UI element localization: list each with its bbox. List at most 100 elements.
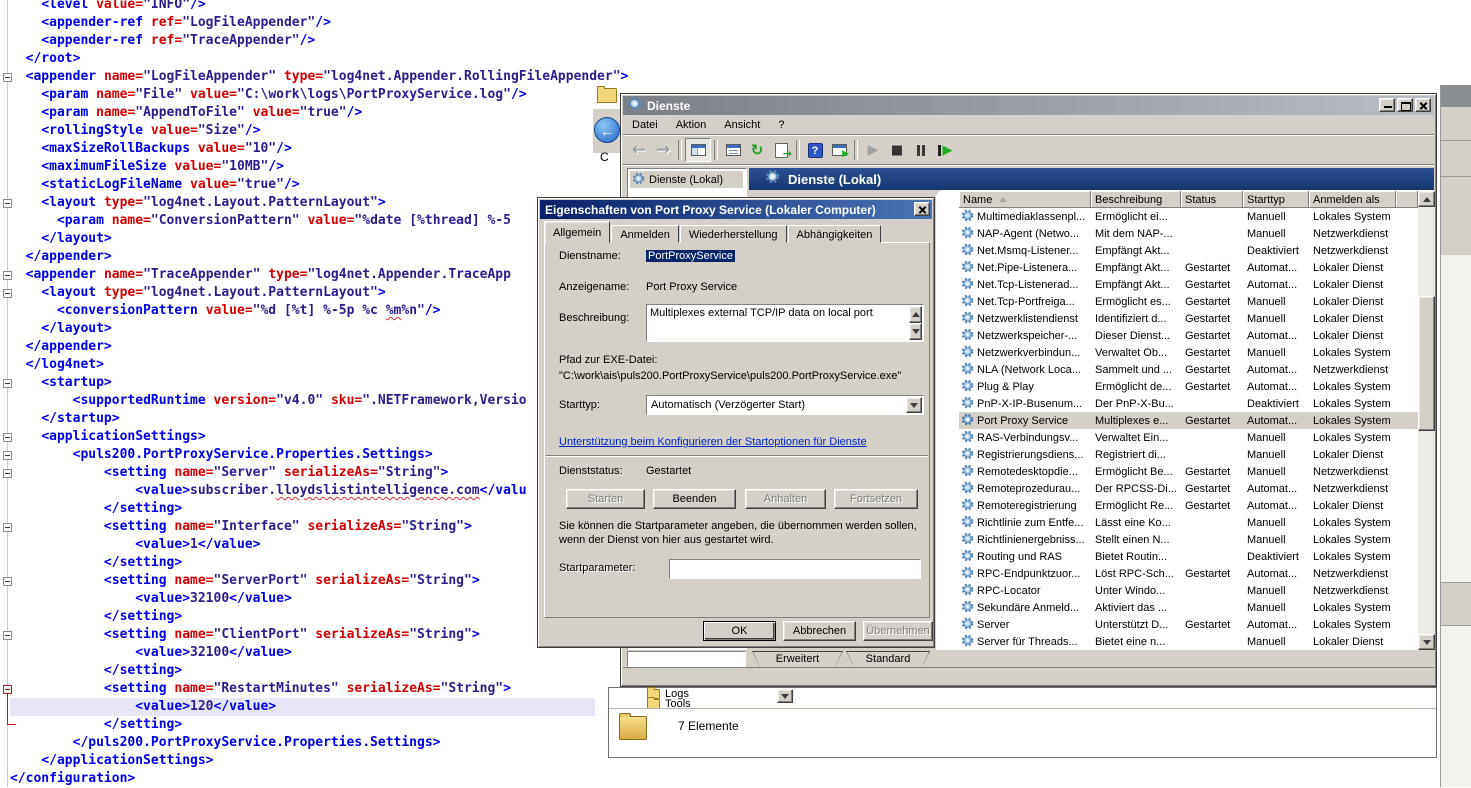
menu-datei[interactable]: Datei (623, 117, 667, 133)
service-name-cell[interactable]: Net.Msmq-Listener... (959, 243, 1091, 259)
fold-toggle-icon[interactable] (3, 433, 12, 442)
scroll-up-button[interactable] (1418, 191, 1435, 207)
service-row[interactable]: Multimediaklassenpl...Ermöglicht ei...Ma… (959, 208, 1418, 225)
service-cell[interactable]: Ermöglicht de... (1091, 381, 1181, 393)
service-cell[interactable]: Gestartet (1181, 364, 1243, 376)
service-cell[interactable]: Aktiviert das ... (1091, 602, 1181, 614)
service-cell[interactable]: Registriert di... (1091, 449, 1181, 461)
service-cell[interactable]: Ermöglicht ei... (1091, 211, 1181, 223)
code-line[interactable]: <maxSizeRollBackups value="10"/> (10, 140, 690, 158)
console-filter-field[interactable] (627, 651, 746, 667)
service-cell[interactable]: Lokales System (1309, 517, 1396, 529)
service-cell[interactable]: Netzwerkdienst (1309, 483, 1396, 495)
startoptions-help-link[interactable]: Unterstützung beim Konfigurieren der Sta… (559, 436, 867, 448)
service-cell[interactable]: Manuell (1243, 347, 1309, 359)
service-cell[interactable]: Sammelt und ... (1091, 364, 1181, 376)
service-cell[interactable]: Deaktiviert (1243, 245, 1309, 257)
service-cell[interactable]: Lokales System (1309, 619, 1396, 631)
service-cell[interactable]: Lokaler Dienst (1309, 500, 1396, 512)
service-row[interactable]: RPC-Endpunktzuor...Löst RPC-Sch...Gestar… (959, 565, 1418, 582)
service-cell[interactable]: Lokaler Dienst (1309, 262, 1396, 274)
tab-wiederherstellung[interactable]: Wiederherstellung (680, 225, 787, 243)
service-row[interactable]: PnP-X-IP-Busenum...Der PnP-X-Bu...Deakti… (959, 395, 1418, 412)
service-cell[interactable]: Gestartet (1181, 483, 1243, 495)
menu-aktion[interactable]: Aktion (667, 117, 716, 133)
service-cell[interactable]: Identifiziert d... (1091, 313, 1181, 325)
code-line[interactable]: <appender name="LogFileAppender" type="l… (10, 68, 690, 86)
service-cell[interactable]: Automat... (1243, 619, 1309, 631)
column-header-name[interactable]: Name (959, 191, 1091, 208)
service-cell[interactable]: Dieser Dienst... (1091, 330, 1181, 342)
fold-toggle-icon[interactable] (3, 451, 12, 460)
service-cell[interactable]: Mit dem NAP-... (1091, 228, 1181, 240)
column-header-status[interactable]: Status (1181, 191, 1243, 208)
service-name-cell[interactable]: RPC-Locator (959, 583, 1091, 599)
service-cell[interactable]: Lokaler Dienst (1309, 449, 1396, 461)
service-name-cell[interactable]: NAP-Agent (Netwo... (959, 226, 1091, 242)
code-line[interactable]: <maximumFileSize value="10MB"/> (10, 158, 690, 176)
service-cell[interactable]: Manuell (1243, 432, 1309, 444)
service-row[interactable]: Routing und RASBietet Routin...Deaktivie… (959, 548, 1418, 565)
code-line[interactable]: <param name="File" value="C:\work\logs\P… (10, 86, 690, 104)
service-row[interactable]: Remotedesktopdie...Ermöglicht Be...Gesta… (959, 463, 1418, 480)
service-name-cell[interactable]: Remoteprozedurau... (959, 481, 1091, 497)
service-cell[interactable]: Empfängt Akt... (1091, 279, 1181, 291)
service-cell[interactable]: Bietet Routin... (1091, 551, 1181, 563)
help-icon[interactable]: ? (803, 139, 827, 161)
service-cell[interactable]: Multiplexes e... (1091, 415, 1181, 427)
menu-ansicht[interactable]: Ansicht (715, 117, 769, 133)
service-row[interactable]: Richtlinienergebniss...Stellt einen N...… (959, 531, 1418, 548)
uebernehmen-button[interactable]: Übernehmen (863, 621, 933, 641)
service-name-cell[interactable]: Remotedesktopdie... (959, 464, 1091, 480)
service-cell[interactable]: Manuell (1243, 534, 1309, 546)
show-tree-icon[interactable] (685, 138, 711, 162)
abbrechen-button[interactable]: Abbrechen (783, 621, 856, 641)
fold-toggle-icon[interactable] (3, 469, 12, 478)
code-line[interactable]: <setting name="RestartMinutes" serialize… (10, 680, 690, 698)
menu-?[interactable]: ? (769, 117, 793, 133)
dialog-titlebar[interactable]: Eigenschaften von Port Proxy Service (Lo… (540, 200, 932, 219)
service-cell[interactable]: Automat... (1243, 381, 1309, 393)
service-cell[interactable]: Automat... (1243, 415, 1309, 427)
service-cell[interactable]: Automat... (1243, 568, 1309, 580)
fold-toggle-icon[interactable] (3, 289, 12, 298)
code-line[interactable]: <level value="INFO"/> (10, 0, 690, 14)
service-name-cell[interactable]: RPC-Endpunktzuor... (959, 566, 1091, 582)
service-cell[interactable]: Manuell (1243, 636, 1309, 648)
explorer-combo-dropdown[interactable] (777, 689, 793, 703)
service-cell[interactable]: Netzwerkdienst (1309, 466, 1396, 478)
service-name-cell[interactable]: Netzwerkverbindun... (959, 345, 1091, 361)
service-cell[interactable]: Verwaltet Ein... (1091, 432, 1181, 444)
refresh-icon[interactable]: ↻ (745, 139, 769, 161)
startparameter-field[interactable] (669, 559, 921, 579)
service-name-cell[interactable]: Netzwerklistendienst (959, 311, 1091, 327)
service-name-cell[interactable]: Port Proxy Service (959, 413, 1091, 429)
service-cell[interactable]: Lokales System (1309, 347, 1396, 359)
service-cell[interactable]: Lokaler Dienst (1309, 313, 1396, 325)
stop-service-icon[interactable]: ■ (885, 139, 909, 161)
service-cell[interactable]: Empfängt Akt... (1091, 245, 1181, 257)
view-tab-erweitert[interactable]: Erweitert (752, 651, 843, 667)
starttyp-combobox[interactable]: Automatisch (Verzögerter Start) (646, 395, 924, 415)
service-cell[interactable]: Netzwerkdienst (1309, 364, 1396, 376)
service-row[interactable]: Net.Tcp-Portfreiga...Ermöglicht es...Ges… (959, 293, 1418, 310)
fold-toggle-icon[interactable] (3, 379, 12, 388)
service-name-cell[interactable]: Net.Tcp-Portfreiga... (959, 294, 1091, 310)
new-window-icon[interactable]: ▶ (827, 139, 851, 161)
service-cell[interactable]: Automat... (1243, 483, 1309, 495)
code-line[interactable]: <appender-ref ref="LogFileAppender"/> (10, 14, 690, 32)
service-name-cell[interactable]: Richtlinienergebniss... (959, 532, 1091, 548)
service-cell[interactable]: Bietet eine n... (1091, 636, 1181, 648)
service-row[interactable]: Port Proxy ServiceMultiplexes e...Gestar… (959, 412, 1418, 429)
service-row[interactable]: RAS-Verbindungsv...Verwaltet Ein...Manue… (959, 429, 1418, 446)
service-cell[interactable]: Stellt einen N... (1091, 534, 1181, 546)
service-cell[interactable]: Gestartet (1181, 296, 1243, 308)
service-row[interactable]: Richtlinie zum Entfe...Lässt eine Ko...M… (959, 514, 1418, 531)
service-name-cell[interactable]: Registrierungsdiens... (959, 447, 1091, 463)
fold-toggle-icon[interactable] (3, 523, 12, 532)
minimize-button[interactable] (1379, 98, 1395, 112)
ok-button[interactable]: OK (703, 621, 776, 641)
service-row[interactable]: RemoteregistrierungErmöglicht Re...Gesta… (959, 497, 1418, 514)
service-row[interactable]: NLA (Network Loca...Sammelt und ...Gesta… (959, 361, 1418, 378)
service-cell[interactable]: Automat... (1243, 364, 1309, 376)
